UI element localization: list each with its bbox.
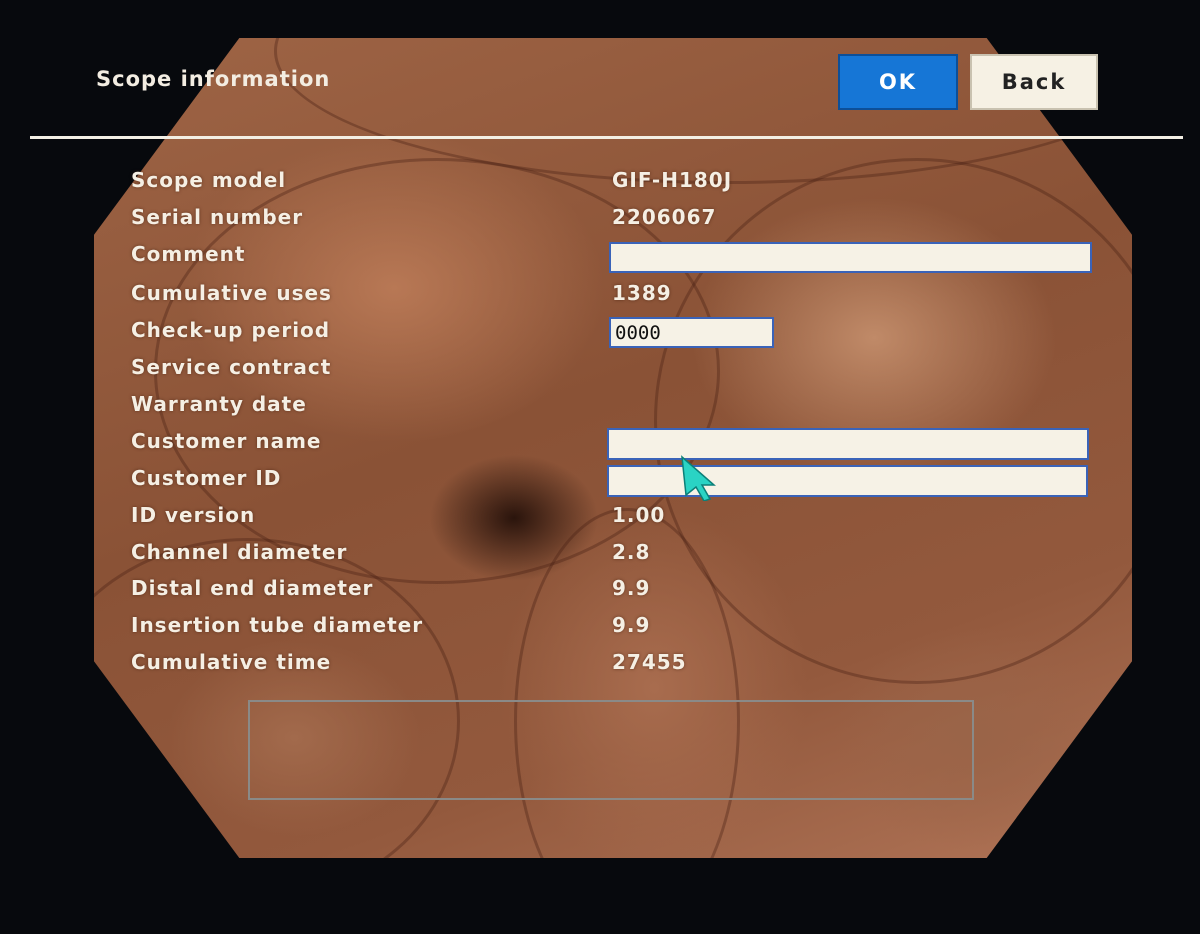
comment-label: Comment xyxy=(131,242,246,266)
comment-field[interactable] xyxy=(609,242,1092,273)
distal-end-diameter-label: Distal end diameter xyxy=(131,576,374,600)
cumulative-uses-value: 1389 xyxy=(612,281,672,305)
id-version-label: ID version xyxy=(131,503,256,527)
scope-model-label: Scope model xyxy=(131,168,287,192)
checkup-period-label: Check-up period xyxy=(131,318,331,342)
customer-id-label: Customer ID xyxy=(131,466,282,490)
insertion-tube-diameter-label: Insertion tube diameter xyxy=(131,613,424,637)
cumulative-uses-label: Cumulative uses xyxy=(131,281,332,305)
mouse-pointer-icon xyxy=(681,455,716,501)
scope-model-value: GIF-H180J xyxy=(612,168,733,192)
header-divider xyxy=(30,136,1183,139)
checkup-period-field[interactable] xyxy=(609,317,774,348)
channel-diameter-label: Channel diameter xyxy=(131,540,348,564)
cumulative-time-label: Cumulative time xyxy=(131,650,332,674)
back-button[interactable]: Back xyxy=(970,54,1098,110)
warranty-date-label: Warranty date xyxy=(131,392,307,416)
serial-number-value: 2206067 xyxy=(612,205,717,229)
insertion-tube-diameter-value: 9.9 xyxy=(612,613,651,637)
customer-name-label: Customer name xyxy=(131,429,322,453)
distal-end-diameter-value: 9.9 xyxy=(612,576,651,600)
message-box xyxy=(248,700,974,800)
serial-number-label: Serial number xyxy=(131,205,304,229)
scope-information-dialog: Scope information OK Back Scope model GI… xyxy=(0,0,1200,900)
id-version-value: 1.00 xyxy=(612,503,666,527)
channel-diameter-value: 2.8 xyxy=(612,540,651,564)
cumulative-time-value: 27455 xyxy=(612,650,687,674)
service-contract-label: Service contract xyxy=(131,355,332,379)
ok-button[interactable]: OK xyxy=(838,54,958,110)
page-title: Scope information xyxy=(96,67,331,91)
